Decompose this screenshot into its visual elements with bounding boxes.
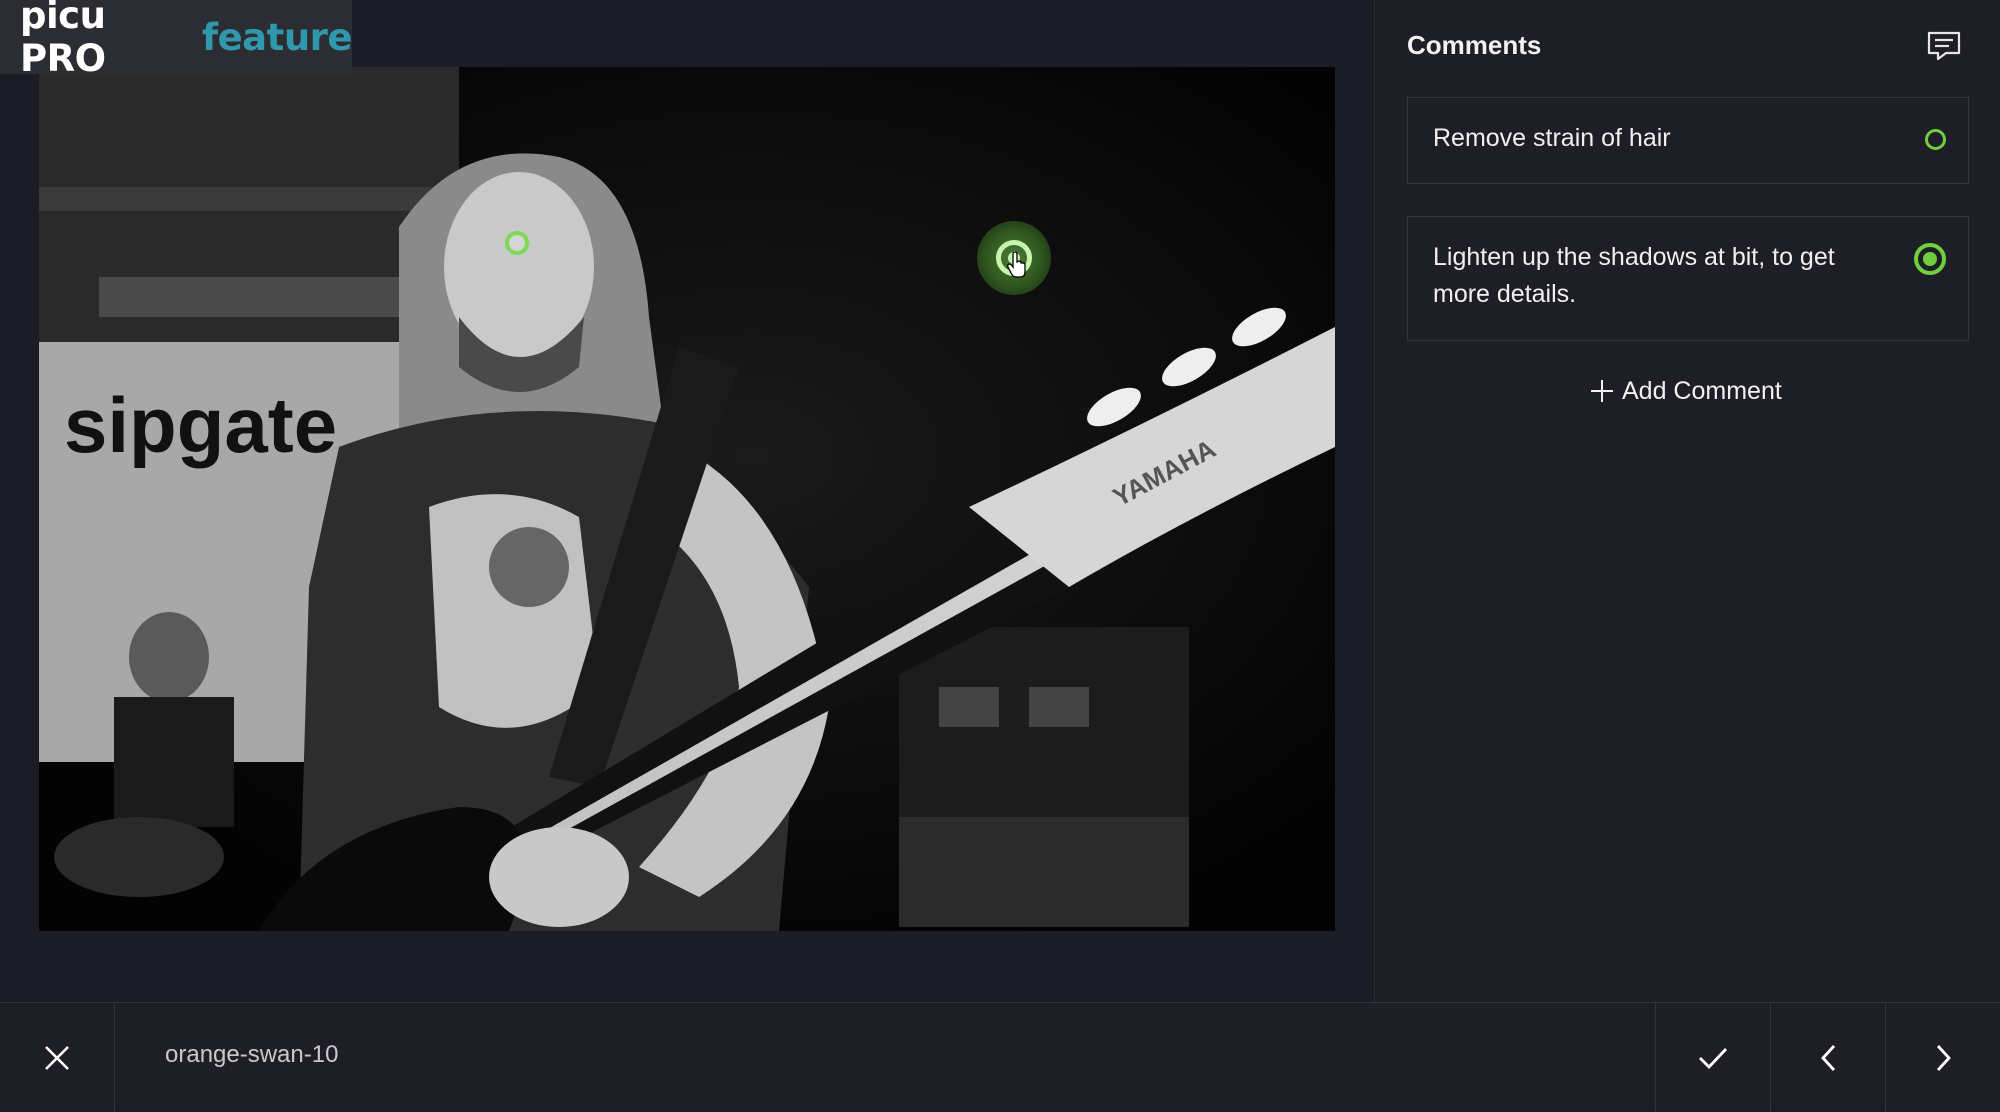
next-image-button[interactable] [1885, 1003, 2000, 1112]
status-active-dot [1923, 252, 1937, 266]
comments-panel: Comments Remove strain of hair Lighten u… [1374, 0, 2000, 1002]
comment-item-selected[interactable]: Lighten up the shadows at bit, to get mo… [1407, 216, 1969, 341]
hand-cursor-icon [1007, 252, 1026, 278]
comments-title: Comments [1407, 30, 1542, 60]
chevron-left-icon [1821, 1044, 1836, 1071]
backdrop-text: sipgate [64, 381, 337, 469]
image-stage: picu PRO feature sipgate YAMAHA [0, 0, 1374, 1002]
pro-feature-badge: picu PRO feature [0, 0, 353, 80]
close-icon [45, 1045, 69, 1070]
image-filename: orange-swan-10 [165, 1041, 339, 1068]
comment-bubble-icon[interactable] [1926, 30, 1962, 62]
chevron-right-icon [1936, 1044, 1951, 1071]
status-open-icon[interactable] [1925, 129, 1946, 150]
comment-text: Remove strain of hair [1433, 124, 1671, 152]
checkmark-icon [1699, 1047, 1728, 1069]
add-comment-label: Add Comment [1622, 376, 1782, 405]
badge-feature: feature [201, 15, 353, 59]
close-button[interactable] [0, 1003, 115, 1112]
photo-canvas: sipgate YAMAHA [39, 67, 1335, 931]
proof-photo[interactable]: sipgate YAMAHA [39, 67, 1335, 931]
comment-text: Lighten up the shadows at bit, to get mo… [1433, 243, 1835, 308]
badge-brand: picu PRO [20, 0, 106, 80]
annotation-pin[interactable] [505, 231, 529, 255]
add-comment-button[interactable]: Add Comment [1590, 369, 1782, 413]
bottom-toolbar: orange-swan-10 [0, 1002, 2000, 1112]
status-active-icon[interactable] [1914, 243, 1946, 275]
approve-button[interactable] [1655, 1003, 1770, 1112]
previous-image-button[interactable] [1770, 1003, 1885, 1112]
comment-item[interactable]: Remove strain of hair [1407, 97, 1969, 184]
plus-icon [1591, 380, 1613, 402]
